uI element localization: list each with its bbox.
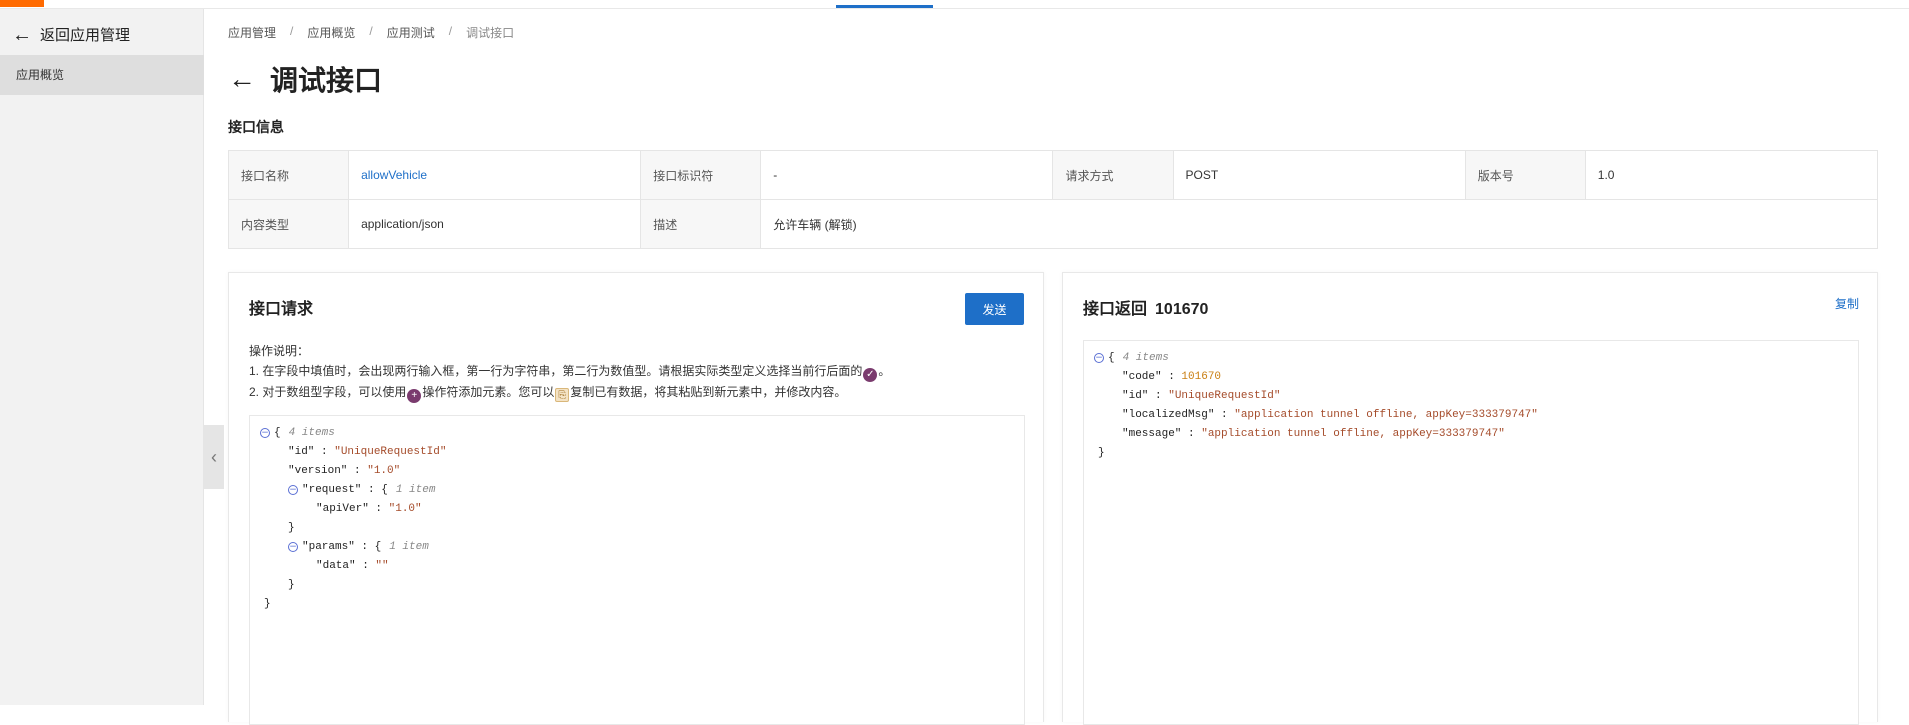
collapse-toggle-icon[interactable]: − [288, 485, 298, 495]
response-code: 101670 [1155, 301, 1209, 318]
instructions-line-2: 2. 对于数组型字段，可以使用 + 操作符添加元素。您可以 ⎘ 复制已有数据，将其粘贴到… [249, 385, 847, 403]
info-value: 允许车辆 (解锁) [760, 199, 1878, 249]
sidebar: ← 返回应用管理 应用概览 [0, 9, 204, 705]
info-label: 接口标识符 [640, 150, 762, 200]
json-value: "application tunnel offline, appKey=3333… [1234, 409, 1538, 421]
json-key[interactable]: "apiVer" [316, 503, 369, 515]
check-circle-icon: ✓ [863, 368, 878, 382]
breadcrumb-current: 调试接口 [466, 26, 515, 40]
item-count: 1 item [389, 541, 429, 553]
info-value: application/json [348, 199, 642, 249]
plus-circle-icon: + [407, 389, 422, 403]
json-key[interactable]: "version" [288, 465, 347, 477]
top-bar [0, 0, 1909, 9]
collapse-toggle-icon[interactable]: − [288, 542, 298, 552]
json-value[interactable]: "1.0" [389, 503, 422, 515]
page-title: ← 调试接口 [228, 59, 382, 99]
back-label: 返回应用管理 [40, 27, 131, 44]
json-key: "id" [1122, 390, 1149, 402]
copy-link[interactable]: 复制 [1835, 295, 1859, 312]
breadcrumb-item[interactable]: 应用概览 [307, 24, 355, 41]
info-label: 接口名称 [227, 150, 350, 200]
response-json-viewer[interactable]: −{4 items "code" : 101670 "id" : "Unique… [1083, 340, 1859, 725]
item-count: 4 items [1122, 352, 1169, 364]
collapse-toggle-icon[interactable]: − [260, 428, 270, 438]
breadcrumb: 应用管理 / 应用概览 / 应用测试 / 调试接口 [228, 24, 515, 41]
response-card: 接口返回 101670 复制 −{4 items "code" : 101670 … [1062, 272, 1878, 725]
info-value: 1.0 [1584, 150, 1879, 200]
request-title: 接口请求 [249, 301, 314, 318]
page-title-text: 调试接口 [270, 65, 383, 96]
json-key: "localizedMsg" [1122, 409, 1215, 421]
brand-logo-strip [0, 0, 44, 7]
request-card: 接口请求 发送 操作说明： 1. 在字段中填值时，会出现两行输入框，第一行为字符… [228, 272, 1044, 725]
chevron-left-icon: ‹ [211, 446, 217, 467]
instructions: 操作说明： 1. 在字段中填值时，会出现两行输入框，第一行为字符串，第二行为数值… [249, 341, 890, 403]
json-value: 101670 [1181, 371, 1222, 383]
request-json-editor[interactable]: −{4 items "id" : "UniqueRequestId" "vers… [249, 415, 1025, 725]
json-value[interactable]: "" [375, 560, 388, 572]
info-label: 内容类型 [227, 199, 350, 249]
json-value: "application tunnel offline, appKey=3333… [1201, 428, 1505, 440]
instructions-heading: 操作说明： [249, 344, 310, 358]
json-key: "code" [1122, 371, 1162, 383]
sidebar-item-app-overview[interactable]: 应用概览 [0, 55, 204, 95]
info-label: 版本号 [1464, 150, 1586, 200]
breadcrumb-item[interactable]: 应用管理 [228, 24, 276, 41]
json-key[interactable]: "id" [288, 446, 314, 458]
breadcrumb-item[interactable]: 应用测试 [387, 24, 435, 41]
clipboard-icon: ⎘ [555, 388, 570, 402]
json-key[interactable]: "data" [316, 560, 356, 572]
api-info-table: 接口名称 allowVehicle 接口标识符 - 请求方式 POST 版本号 … [227, 150, 1879, 249]
item-count: 1 item [395, 484, 436, 496]
response-title: 接口返回 101670 [1083, 301, 1209, 318]
json-value: "UniqueRequestId" [1168, 390, 1281, 402]
info-value: - [760, 150, 1054, 200]
back-arrow-icon[interactable]: ← [228, 65, 256, 93]
json-value[interactable]: "UniqueRequestId" [334, 446, 446, 458]
sidebar-collapse-button[interactable]: ‹ [204, 425, 224, 489]
send-button[interactable]: 发送 [965, 293, 1024, 325]
info-label: 描述 [640, 199, 762, 249]
back-to-app-management[interactable]: ← 返回应用管理 [12, 24, 130, 45]
item-count: 4 items [288, 427, 335, 439]
arrow-left-icon: ← [12, 23, 32, 46]
active-tab-indicator [836, 5, 933, 8]
info-label: 请求方式 [1052, 150, 1174, 200]
collapse-toggle-icon[interactable]: − [1094, 353, 1104, 363]
instructions-line-1: 1. 在字段中填值时，会出现两行输入框，第一行为字符串，第二行为数值型。请根据实… [249, 364, 891, 382]
section-title: 接口信息 [228, 119, 284, 135]
json-value[interactable]: "1.0" [367, 465, 400, 477]
api-name-link[interactable]: allowVehicle [361, 168, 427, 182]
json-key[interactable]: "params" [302, 541, 355, 553]
json-key[interactable]: "request" [302, 484, 361, 496]
info-value: POST [1172, 150, 1466, 200]
json-key: "message" [1122, 428, 1182, 440]
